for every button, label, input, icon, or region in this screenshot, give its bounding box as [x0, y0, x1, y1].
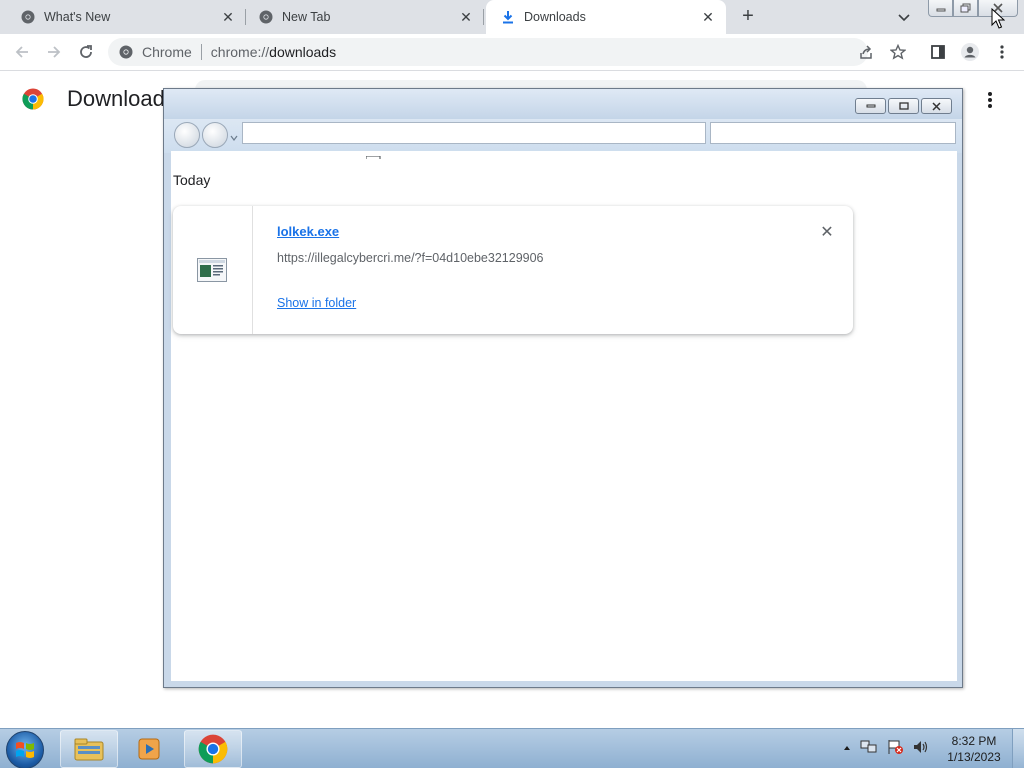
chrome-taskbar-icon[interactable] — [184, 730, 242, 768]
tab-downloads[interactable]: Downloads ✕ — [486, 0, 726, 34]
tab-strip: What's New ✕ New Tab ✕ Downloads ✕ + — [0, 0, 1024, 34]
url-host: downloads — [269, 44, 337, 60]
url-scheme: chrome:// — [210, 44, 270, 60]
restore-button[interactable] — [953, 0, 978, 17]
back-arrow-icon[interactable] — [12, 42, 32, 62]
reload-icon[interactable] — [76, 42, 96, 62]
show-hidden-icons-icon[interactable] — [842, 740, 852, 758]
download-file-name-link[interactable]: lolkek.exe — [277, 224, 339, 239]
forward-arrow-icon[interactable] — [44, 42, 64, 62]
volume-speaker-icon[interactable] — [912, 739, 930, 760]
overlay-search-field[interactable] — [710, 122, 956, 144]
minimize-button[interactable] — [928, 0, 953, 17]
show-in-folder-link[interactable]: Show in folder — [277, 296, 356, 310]
chrome-logo-icon — [22, 88, 44, 110]
mouse-cursor-icon — [991, 7, 1006, 30]
page-title: Downloads — [67, 86, 167, 111]
overlay-nav-bar — [164, 119, 962, 153]
overlay-window-controls — [855, 98, 952, 114]
side-panel-icon[interactable] — [928, 42, 948, 62]
overlay-back-button[interactable] — [174, 122, 200, 148]
new-tab-button[interactable]: + — [736, 6, 760, 28]
overlay-forward-button[interactable] — [202, 122, 228, 148]
chrome-icon — [258, 9, 274, 25]
more-options-icon[interactable] — [980, 90, 1000, 110]
site-name: Chrome — [142, 44, 192, 60]
explorer-icon[interactable] — [60, 730, 118, 768]
tab-title: What's New — [44, 10, 111, 24]
executable-file-icon — [197, 258, 227, 282]
overlay-close-button[interactable] — [921, 98, 952, 114]
obscured-banner — [366, 151, 666, 159]
download-item-card: lolkek.exe https://illegalcybercri.me/?f… — [173, 206, 853, 334]
tab-title: Downloads — [524, 10, 586, 24]
date-section-label: Today — [173, 172, 211, 188]
media-player-icon[interactable] — [120, 730, 178, 768]
remove-download-close-icon[interactable]: ✕ — [817, 223, 837, 243]
tab-close-icon[interactable]: ✕ — [700, 9, 716, 25]
windows-taskbar: 8:32 PM 1/13/2023 — [0, 728, 1024, 768]
tab-whats-new[interactable]: What's New ✕ — [0, 0, 246, 34]
show-desktop-button[interactable] — [1012, 729, 1024, 768]
omnibox-divider — [200, 44, 202, 60]
chrome-icon — [20, 9, 36, 25]
recent-pages-chevron-icon[interactable] — [230, 129, 238, 141]
overlay-content: Today lolkek.exe https://illegalcybercri… — [171, 151, 957, 681]
start-button[interactable] — [6, 731, 44, 768]
system-tray — [842, 733, 930, 765]
address-bar[interactable]: Chrome chrome://downloads — [108, 38, 868, 66]
tab-close-icon[interactable]: ✕ — [458, 9, 474, 25]
overlay-address-field[interactable] — [242, 122, 706, 144]
tab-new-tab[interactable]: New Tab ✕ — [238, 0, 484, 34]
chrome-menu-icon[interactable] — [992, 42, 1012, 62]
clock-time: 8:32 PM — [951, 734, 997, 748]
tab-close-icon[interactable]: ✕ — [220, 9, 236, 25]
taskbar-clock[interactable]: 8:32 PM 1/13/2023 — [940, 733, 1008, 765]
tab-search-chevron-icon[interactable] — [896, 9, 912, 25]
tab-title: New Tab — [282, 10, 331, 24]
download-source-url: https://illegalcybercri.me/?f=04d10ebe32… — [277, 251, 544, 265]
overlay-window: Today lolkek.exe https://illegalcybercri… — [163, 88, 963, 688]
network-icon[interactable] — [860, 739, 878, 760]
browser-toolbar: Chrome chrome://downloads — [0, 34, 1024, 71]
profile-avatar-icon[interactable] — [960, 42, 980, 62]
bookmark-star-icon[interactable] — [888, 42, 908, 62]
chrome-icon — [118, 44, 134, 60]
overlay-title-bar[interactable] — [164, 89, 962, 119]
overlay-maximize-button[interactable] — [888, 98, 919, 114]
download-icon — [500, 9, 516, 25]
overlay-minimize-button[interactable] — [855, 98, 886, 114]
share-icon[interactable] — [856, 42, 876, 62]
action-center-flag-icon[interactable] — [886, 739, 904, 760]
download-item-icon-column — [173, 206, 253, 334]
clock-date: 1/13/2023 — [947, 750, 1001, 764]
